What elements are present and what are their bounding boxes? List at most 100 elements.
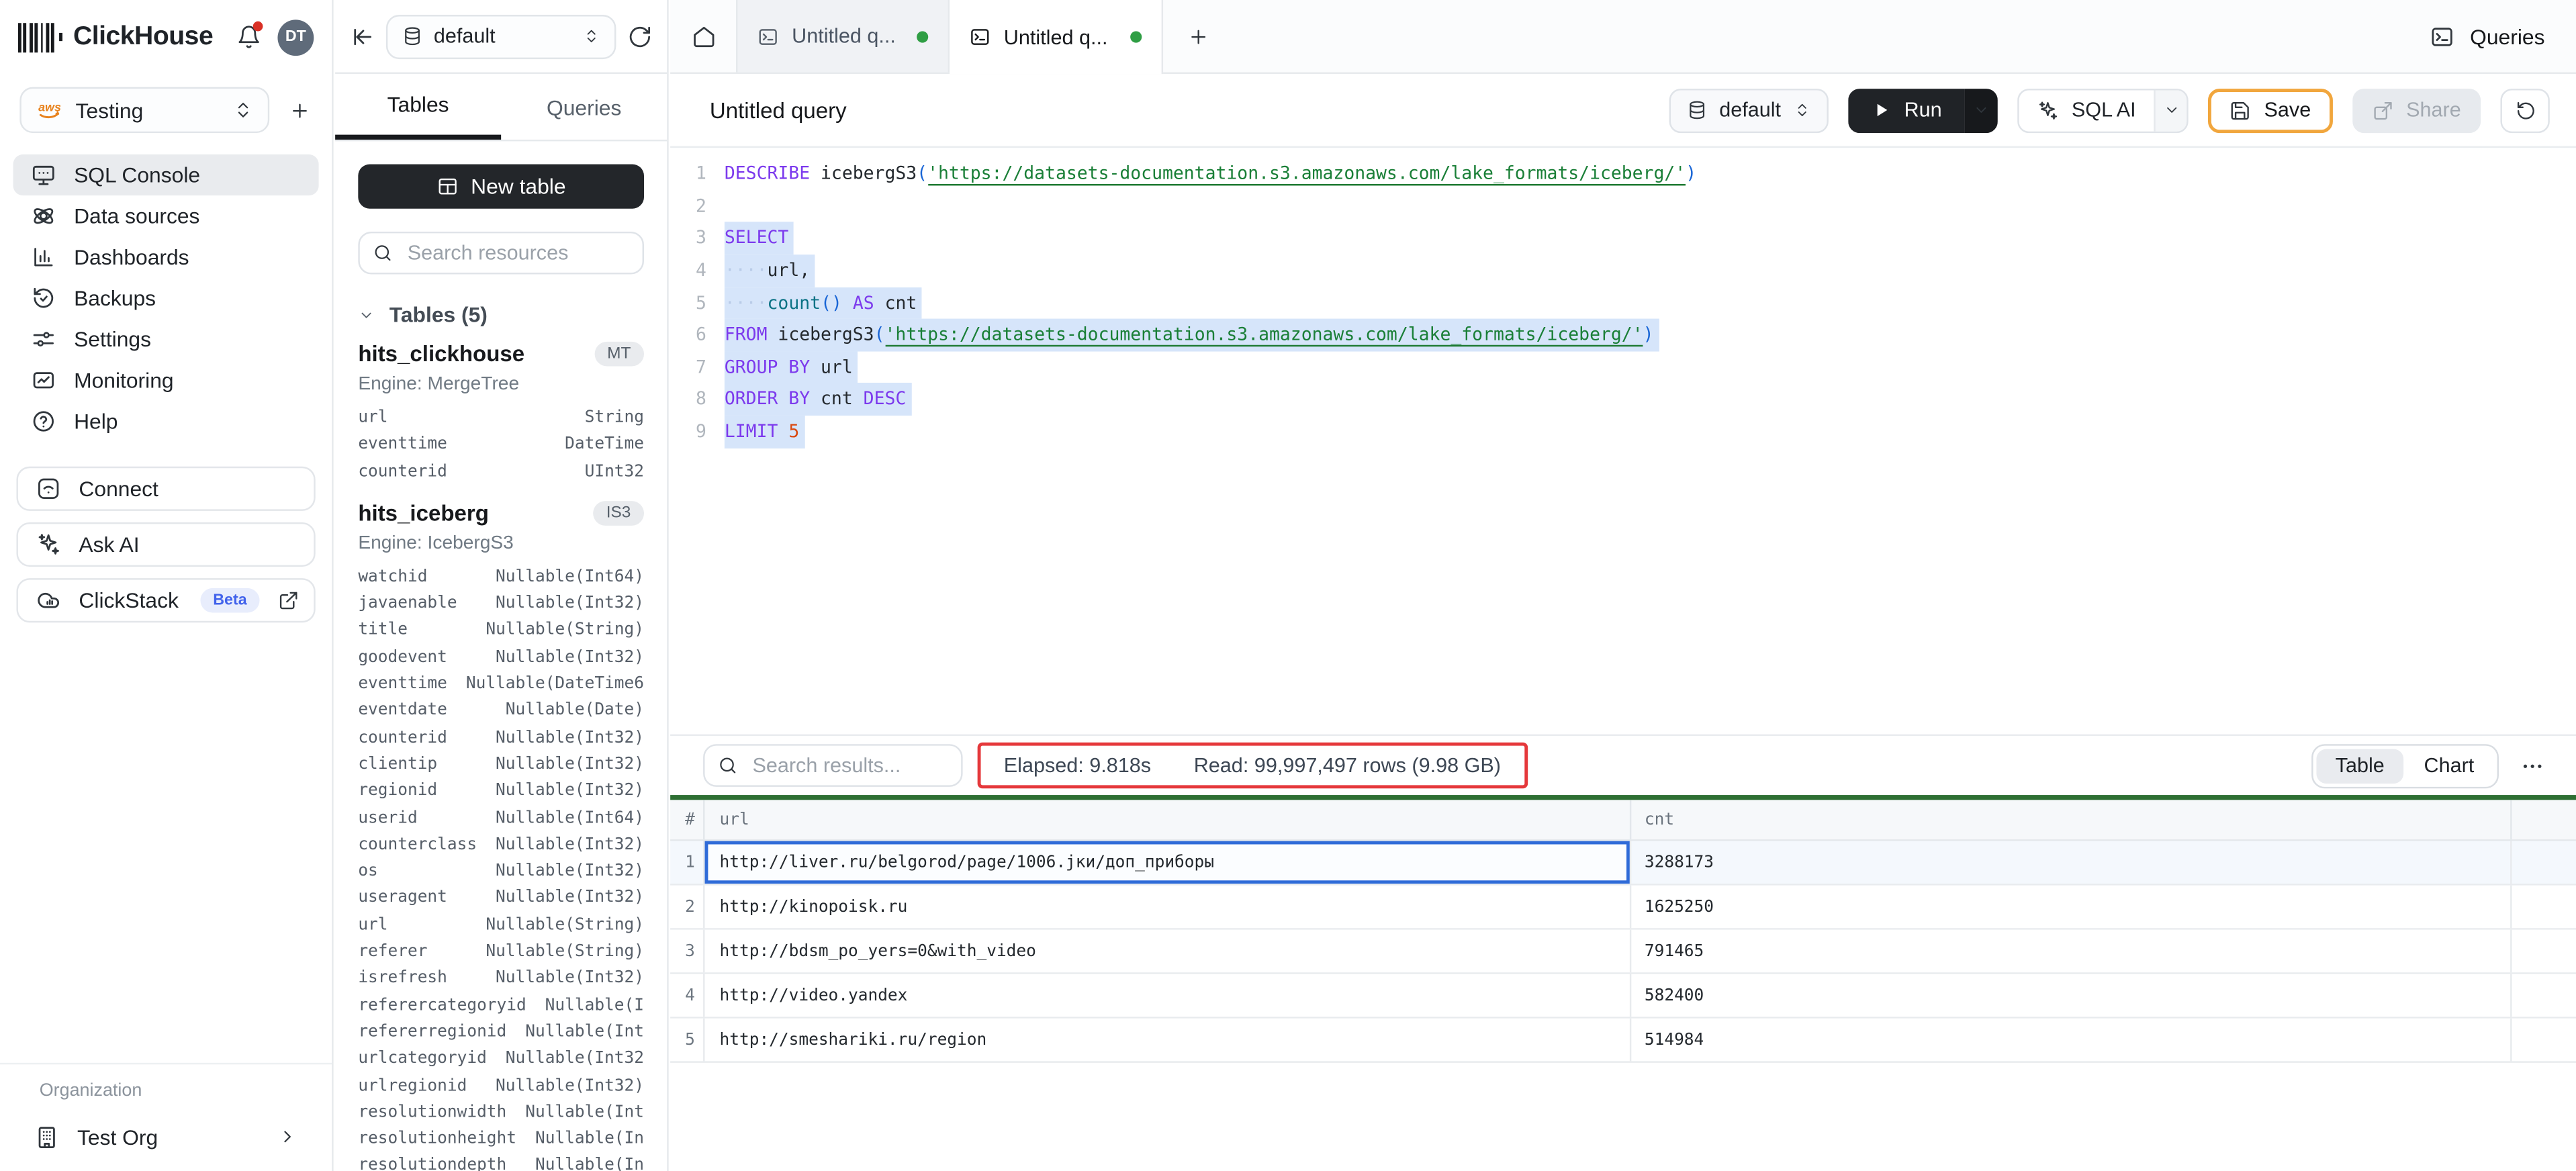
- result-row[interactable]: 1http://liver.ru/belgorod/page/1006.jки/…: [670, 841, 2576, 886]
- cell-cnt[interactable]: 514984: [1631, 1019, 2512, 1062]
- query-title[interactable]: Untitled query: [710, 98, 847, 123]
- table-item-hits-clickhouse[interactable]: hits_clickhouseMT: [358, 342, 644, 367]
- results-more-button[interactable]: [2510, 753, 2553, 778]
- cell-cnt[interactable]: 3288173: [1631, 841, 2512, 884]
- query-tab-2[interactable]: Untitled q...: [950, 0, 1163, 74]
- results-header-row: # url cnt: [670, 800, 2576, 841]
- home-button[interactable]: [670, 0, 736, 73]
- sidebar-nav: SQL ConsoleData sources Dashboards Backups…: [13, 154, 319, 441]
- sql-ai-main[interactable]: SQL AI: [2019, 89, 2154, 130]
- result-row[interactable]: 2http://kinopoisk.ru1625250: [670, 886, 2576, 930]
- action-label: ClickStack: [79, 588, 178, 612]
- cell-url[interactable]: http://video.yandex: [705, 974, 1632, 1017]
- column-name: os: [358, 859, 377, 886]
- collapse-sidebar-icon[interactable]: [350, 24, 375, 48]
- tab-queries[interactable]: Queries: [501, 74, 667, 140]
- col-header-url[interactable]: url: [705, 800, 1632, 839]
- sidebar-item-label: Dashboards: [74, 244, 189, 269]
- cell-cnt[interactable]: 582400: [1631, 974, 2512, 1017]
- cell-url[interactable]: http://bdsm_po_yers=0&with_video: [705, 930, 1632, 973]
- clickstack-button[interactable]: ClickStackBeta: [16, 577, 315, 622]
- sql-editor[interactable]: 1DESCRIBE icebergS3('https://datasets-do…: [670, 148, 2576, 734]
- database-selector[interactable]: default: [386, 14, 616, 58]
- editor-line[interactable]: 2: [670, 190, 2576, 222]
- editor-line[interactable]: 8ORDER BY cnt DESC: [670, 383, 2576, 416]
- col-header-cnt[interactable]: cnt: [1631, 800, 2512, 839]
- search-icon: [718, 755, 737, 775]
- sidebar-item-sql-console[interactable]: SQL Console: [13, 154, 319, 195]
- column-name: clientip: [358, 752, 437, 779]
- editor-line[interactable]: 7GROUP BY url: [670, 351, 2576, 383]
- sql-ai-button[interactable]: SQL AI: [2017, 88, 2189, 132]
- cell-url[interactable]: http://smeshariki.ru/region: [705, 1019, 1632, 1062]
- sidebar-item-settings[interactable]: Settings: [13, 319, 319, 359]
- cell-url[interactable]: http://liver.ru/belgorod/page/1006.jки/д…: [705, 841, 1632, 884]
- editor-line[interactable]: 1DESCRIBE icebergS3('https://datasets-do…: [670, 158, 2576, 190]
- editor-line[interactable]: 9LIMIT 5: [670, 416, 2576, 448]
- query-history-button[interactable]: [2500, 88, 2549, 132]
- results-view-controls: Table Chart: [2311, 743, 2553, 788]
- column-name: url: [358, 406, 387, 432]
- tab-tables[interactable]: Tables: [335, 74, 501, 140]
- run-options-button[interactable]: [1965, 88, 1998, 132]
- cell-url[interactable]: http://kinopoisk.ru: [705, 886, 1632, 929]
- sql-ai-options-button[interactable]: [2154, 89, 2187, 130]
- view-chart-button[interactable]: Chart: [2404, 748, 2494, 782]
- editor-line[interactable]: 5····count() AS cnt: [670, 287, 2576, 319]
- share-button[interactable]: Share: [2352, 88, 2481, 132]
- results-search-input[interactable]: [749, 752, 948, 778]
- view-table-button[interactable]: Table: [2315, 748, 2404, 782]
- tables-group-header[interactable]: Tables (5): [358, 302, 644, 327]
- resources-search[interactable]: [358, 232, 644, 275]
- editor-line[interactable]: 4····url,: [670, 254, 2576, 287]
- ask-ai-button[interactable]: Ask AI: [16, 522, 315, 566]
- table-item-hits-iceberg[interactable]: hits_icebergIS3: [358, 501, 644, 526]
- sidebar-item-help[interactable]: Help: [13, 401, 319, 441]
- schema-column-row: clientipNullable(Int32): [358, 752, 644, 779]
- token-t: cnt: [874, 291, 917, 313]
- add-service-button[interactable]: [283, 93, 316, 126]
- result-row[interactable]: 3http://bdsm_po_yers=0&with_video791465: [670, 930, 2576, 974]
- column-type: Nullable(Int32: [492, 1047, 644, 1074]
- run-database-selector[interactable]: default: [1668, 88, 1829, 132]
- schema-column-row: osNullable(Int32): [358, 859, 644, 886]
- line-number: 8: [670, 383, 706, 416]
- results-search[interactable]: [703, 744, 963, 787]
- schema-column-row: watchidNullable(Int64): [358, 565, 644, 592]
- sidebar-item-monitoring[interactable]: Monitoring: [13, 360, 319, 400]
- editor-line[interactable]: 3SELECT: [670, 222, 2576, 254]
- run-button[interactable]: Run: [1848, 88, 1997, 132]
- column-type: Nullable(I: [532, 993, 644, 1020]
- new-table-button[interactable]: New table: [358, 165, 644, 209]
- query-tab-1[interactable]: Untitled q...: [736, 0, 950, 73]
- chevron-down-icon: [2163, 102, 2179, 118]
- connect-button[interactable]: Connect: [16, 466, 315, 510]
- org-switcher[interactable]: Test Org: [16, 1115, 315, 1158]
- new-tab-button[interactable]: [1163, 0, 1232, 73]
- column-type: Nullable(Int32): [482, 592, 644, 618]
- refresh-icon[interactable]: [628, 24, 653, 48]
- token-br: (: [917, 162, 927, 184]
- engine-badge: MT: [594, 342, 644, 367]
- token-br: ): [1686, 162, 1696, 184]
- sidebar-item-backups[interactable]: Backups: [13, 277, 319, 318]
- notifications-button[interactable]: [236, 25, 261, 50]
- cell-cnt[interactable]: 1625250: [1631, 886, 2512, 929]
- resources-search-input[interactable]: [404, 240, 629, 266]
- sidebar-item-data-sources[interactable]: Data sources: [13, 195, 319, 236]
- aws-logo-icon: aws: [36, 97, 62, 123]
- cell-cnt[interactable]: 791465: [1631, 930, 2512, 973]
- sidebar-item-dashboards[interactable]: Dashboards: [13, 236, 319, 277]
- notification-dot: [253, 21, 263, 32]
- queries-button[interactable]: Queries: [2399, 0, 2576, 73]
- table-grid-icon: [436, 176, 458, 197]
- result-row[interactable]: 5http://smeshariki.ru/region514984: [670, 1019, 2576, 1063]
- run-button-main[interactable]: Run: [1848, 88, 1965, 132]
- editor-line[interactable]: 6FROM icebergS3('https://datasets-docume…: [670, 319, 2576, 351]
- service-selector[interactable]: aws Testing: [19, 87, 269, 134]
- avatar[interactable]: DT: [277, 19, 314, 55]
- result-row[interactable]: 4http://video.yandex582400: [670, 974, 2576, 1019]
- elapsed-stat: Elapsed: 9.818s: [1004, 754, 1151, 777]
- save-button[interactable]: Save: [2208, 88, 2332, 132]
- col-header-index[interactable]: #: [670, 800, 704, 839]
